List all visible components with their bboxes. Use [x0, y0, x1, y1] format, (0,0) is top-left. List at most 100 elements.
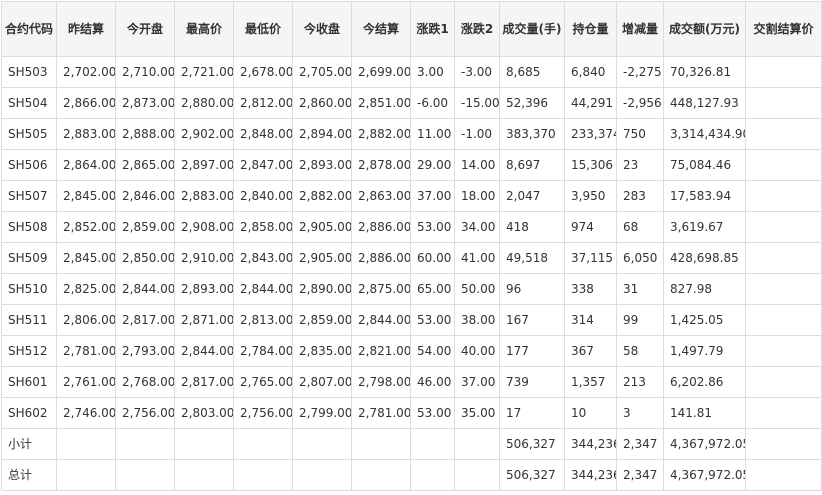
table-cell [454, 428, 500, 460]
table-cell: 2,817.00 [174, 366, 234, 398]
table-cell: -6.00 [410, 87, 455, 119]
table-cell: 总计 [1, 459, 57, 491]
table-cell: 29.00 [410, 149, 455, 181]
table-cell: 2,840.00 [233, 180, 293, 212]
table-cell: 2,852.00 [56, 211, 116, 243]
table-cell [745, 149, 822, 181]
table-row: SH511 2,806.00 2,817.00 2,871.00 2,813.00 2,8… [1, 304, 822, 336]
column-header: 成交额(万元) [663, 1, 746, 57]
table-cell: SH505 [1, 118, 57, 150]
table-cell: 8,697 [499, 149, 565, 181]
table-cell [745, 87, 822, 119]
table-row: SH504 2,866.00 2,873.00 2,880.00 2,812.00 2,8… [1, 87, 822, 119]
table-cell [233, 428, 293, 460]
table-cell: 2,886.00 [351, 211, 411, 243]
table-cell: 428,698.85 [663, 242, 746, 274]
table-cell: 2,905.00 [292, 242, 352, 274]
table-cell [745, 335, 822, 367]
table-cell: 15,306 [564, 149, 617, 181]
table-cell: 2,883.00 [56, 118, 116, 150]
summary-row: 小计 506,327 344,236 2,347 4,367,972.05 [1, 428, 822, 460]
column-header: 最高价 [174, 1, 234, 57]
table-cell: 2,347 [616, 428, 664, 460]
summary-row: 总计 506,327 344,236 2,347 4,367,972.05 [1, 459, 822, 491]
table-row: SH507 2,845.00 2,846.00 2,883.00 2,840.00 2,8… [1, 180, 822, 212]
table-cell: 2,756.00 [115, 397, 175, 429]
table-cell [351, 428, 411, 460]
table-cell [745, 273, 822, 305]
table-cell: 96 [499, 273, 565, 305]
table-cell: 4,367,972.05 [663, 459, 746, 491]
table-cell: 70,326.81 [663, 56, 746, 88]
header-row: 合约代码 昨结算 今开盘 最高价 最低价 今收盘 今结算 涨跌1 涨跌2 成交量(手) 持仓量 增减量… [1, 1, 822, 57]
table-cell: 2,793.00 [115, 335, 175, 367]
table-cell: 2,875.00 [351, 273, 411, 305]
column-header: 合约代码 [1, 1, 57, 57]
table-cell: 2,848.00 [233, 118, 293, 150]
table-cell: 2,803.00 [174, 397, 234, 429]
table-cell: SH512 [1, 335, 57, 367]
table-cell: 2,817.00 [115, 304, 175, 336]
column-header: 最低价 [233, 1, 293, 57]
table-cell: 1,357 [564, 366, 617, 398]
table-cell: 2,798.00 [351, 366, 411, 398]
table-cell: 37.00 [410, 180, 455, 212]
table-cell [292, 428, 352, 460]
table-cell: 2,821.00 [351, 335, 411, 367]
table-cell: 2,347 [616, 459, 664, 491]
table-body: SH503 2,702.00 2,710.00 2,721.00 2,678.00 2,7… [1, 56, 822, 491]
table-cell [745, 366, 822, 398]
table-cell: 344,236 [564, 428, 617, 460]
table-cell: 37,115 [564, 242, 617, 274]
table-cell: SH504 [1, 87, 57, 119]
table-cell: 2,886.00 [351, 242, 411, 274]
table-cell: 506,327 [499, 459, 565, 491]
table-cell: 2,702.00 [56, 56, 116, 88]
table-cell: 38.00 [454, 304, 500, 336]
table-cell: SH510 [1, 273, 57, 305]
table-cell: 8,685 [499, 56, 565, 88]
table-cell: -2,275 [616, 56, 664, 88]
table-cell: 2,897.00 [174, 149, 234, 181]
table-cell: 2,882.00 [292, 180, 352, 212]
table-cell: 2,865.00 [115, 149, 175, 181]
column-header: 涨跌1 [410, 1, 455, 57]
table-cell: 2,807.00 [292, 366, 352, 398]
table-cell: 10 [564, 397, 617, 429]
table-cell: 2,873.00 [115, 87, 175, 119]
table-cell: 50.00 [454, 273, 500, 305]
table-cell: 2,859.00 [115, 211, 175, 243]
table-cell: 2,863.00 [351, 180, 411, 212]
table-cell: 2,902.00 [174, 118, 234, 150]
table-cell: -3.00 [454, 56, 500, 88]
table-cell: 2,850.00 [115, 242, 175, 274]
table-cell: 49,518 [499, 242, 565, 274]
table-cell: 2,894.00 [292, 118, 352, 150]
table-cell: 1,425.05 [663, 304, 746, 336]
table-cell: 283 [616, 180, 664, 212]
table-cell: 31 [616, 273, 664, 305]
table-cell: 2,784.00 [233, 335, 293, 367]
table-row: SH503 2,702.00 2,710.00 2,721.00 2,678.00 2,7… [1, 56, 822, 88]
table-cell: -15.00 [454, 87, 500, 119]
table-cell: 2,893.00 [174, 273, 234, 305]
table-cell: 3.00 [410, 56, 455, 88]
table-cell: SH508 [1, 211, 57, 243]
table-cell: SH602 [1, 397, 57, 429]
table-cell: 11.00 [410, 118, 455, 150]
table-cell: 44,291 [564, 87, 617, 119]
table-cell [745, 304, 822, 336]
table-cell: 37.00 [454, 366, 500, 398]
table-row: SH506 2,864.00 2,865.00 2,897.00 2,847.00 2,8… [1, 149, 822, 181]
table-cell: 2,813.00 [233, 304, 293, 336]
table-cell [292, 459, 352, 491]
table-row: SH602 2,746.00 2,756.00 2,803.00 2,756.00 2,7… [1, 397, 822, 429]
table-cell [745, 397, 822, 429]
table-cell: 2,888.00 [115, 118, 175, 150]
column-header: 今收盘 [292, 1, 352, 57]
table-cell: 2,858.00 [233, 211, 293, 243]
table-cell: 448,127.93 [663, 87, 746, 119]
table-cell: 2,890.00 [292, 273, 352, 305]
table-cell: 58 [616, 335, 664, 367]
table-cell [745, 459, 822, 491]
